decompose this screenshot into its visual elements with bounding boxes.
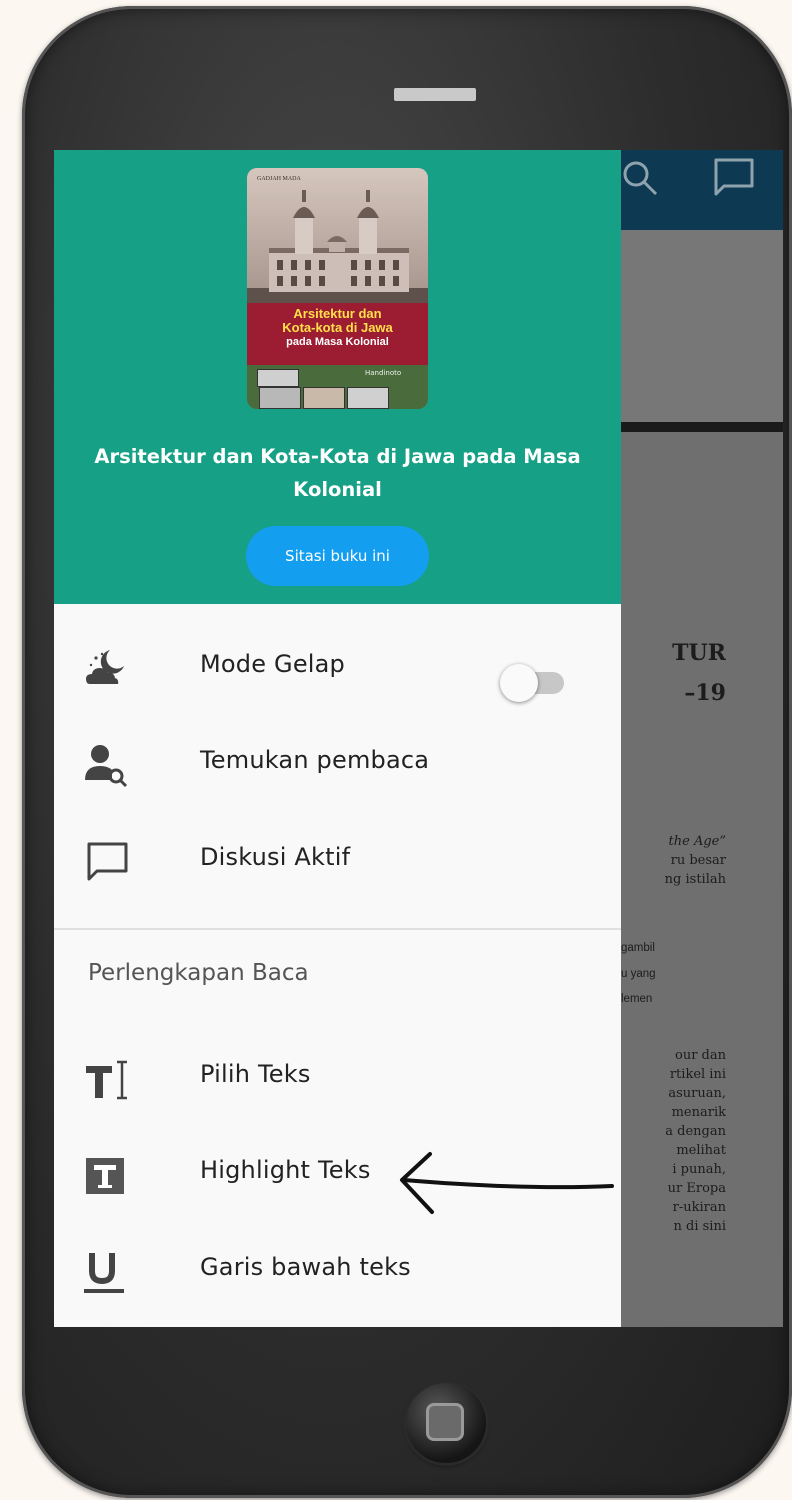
background-text-line: i punah, <box>672 1162 726 1177</box>
background-text-line: melihat <box>676 1143 726 1158</box>
toggle-thumb <box>500 664 538 702</box>
cover-bottom-strip: Handinoto <box>247 365 428 409</box>
background-heading-line: TUR <box>672 640 726 666</box>
background-heading-line: –19 <box>684 680 726 706</box>
section-label-reading-tools: Perlengkapan Baca <box>88 960 309 986</box>
menu-item-select-text[interactable]: Pilih Teks <box>54 1030 621 1120</box>
menu-item-label: Mode Gelap <box>200 650 345 678</box>
user-search-icon <box>85 745 128 788</box>
cover-title-line: Kota-kota di Jawa <box>282 320 393 335</box>
cover-title-band: Arsitektur dan Kota-kota di Jawa pada Ma… <box>247 303 428 365</box>
menu-item-label: Temukan pembaca <box>200 746 430 774</box>
background-text-line: ru besar <box>670 853 726 868</box>
background-text-line: n di sini <box>673 1219 726 1234</box>
phone-speaker <box>394 88 476 101</box>
background-text-line: our dan <box>675 1048 726 1063</box>
menu-item-find-readers[interactable]: Temukan pembaca <box>54 716 621 806</box>
cover-author: Handinoto <box>365 369 402 377</box>
night-cloud-icon <box>86 650 124 684</box>
menu-divider <box>54 928 621 930</box>
background-text-line: ur Eropa <box>667 1181 726 1196</box>
drawer-header: GADJAH MADA Arsitektur dan Kota-kota di … <box>54 150 621 604</box>
background-text-line: a dengan <box>665 1124 726 1139</box>
background-text-line: u yang <box>621 968 656 980</box>
home-button-square <box>426 1403 464 1441</box>
chat-icon[interactable] <box>712 156 756 200</box>
menu-item-active-discussion[interactable]: Diskusi Aktif <box>54 813 621 903</box>
cover-thumbnail <box>257 369 299 387</box>
book-cover[interactable]: GADJAH MADA Arsitektur dan Kota-kota di … <box>247 168 428 409</box>
menu-item-label: Pilih Teks <box>200 1060 311 1088</box>
background-card <box>621 230 783 422</box>
background-text-line: ng istilah <box>664 872 726 887</box>
underline-icon <box>84 1253 124 1293</box>
menu-item-label: Highlight Teks <box>200 1156 371 1184</box>
chat-bubble-icon <box>87 842 128 881</box>
cover-building-illustration <box>247 190 428 305</box>
navigation-drawer: GADJAH MADA Arsitektur dan Kota-kota di … <box>54 150 621 1327</box>
background-text-line: asuruan, <box>668 1086 726 1101</box>
background-text-line: r-ukiran <box>672 1200 726 1215</box>
menu-item-underline-text[interactable]: Garis bawah teks <box>54 1223 621 1313</box>
menu-item-label: Diskusi Aktif <box>200 843 351 871</box>
background-text-line: lemen <box>621 993 653 1005</box>
cite-book-button[interactable]: Sitasi buku ini <box>246 526 429 586</box>
cover-thumbnail <box>303 387 345 409</box>
menu-item-label: Garis bawah teks <box>200 1253 411 1281</box>
home-button[interactable] <box>406 1383 486 1463</box>
cover-thumbnail <box>259 387 301 409</box>
cover-thumbnail <box>347 387 389 409</box>
background-rule <box>621 422 783 432</box>
search-icon[interactable] <box>620 158 664 202</box>
text-cursor-icon <box>86 1060 127 1100</box>
cover-title-line: Arsitektur dan <box>293 306 382 321</box>
menu-item-highlight-text[interactable]: Highlight Teks <box>54 1126 621 1216</box>
book-title: Arsitektur dan Kota-Kota di Jawa pada Ma… <box>94 445 581 501</box>
background-text-line: menarik <box>671 1105 726 1120</box>
phone-screen: TUR –19 the Age” ru besar ng istilah gam… <box>54 150 783 1327</box>
background-text-line: gambil <box>621 942 655 954</box>
menu-item-dark-mode[interactable]: Mode Gelap <box>54 620 621 710</box>
background-text-line: rtikel ini <box>669 1067 726 1082</box>
cover-publisher: GADJAH MADA <box>257 176 301 182</box>
dark-mode-toggle[interactable] <box>500 662 564 702</box>
highlight-t-icon <box>86 1158 124 1194</box>
background-text-line: the Age” <box>668 834 726 849</box>
cover-title-line: pada Masa Kolonial <box>286 336 389 348</box>
